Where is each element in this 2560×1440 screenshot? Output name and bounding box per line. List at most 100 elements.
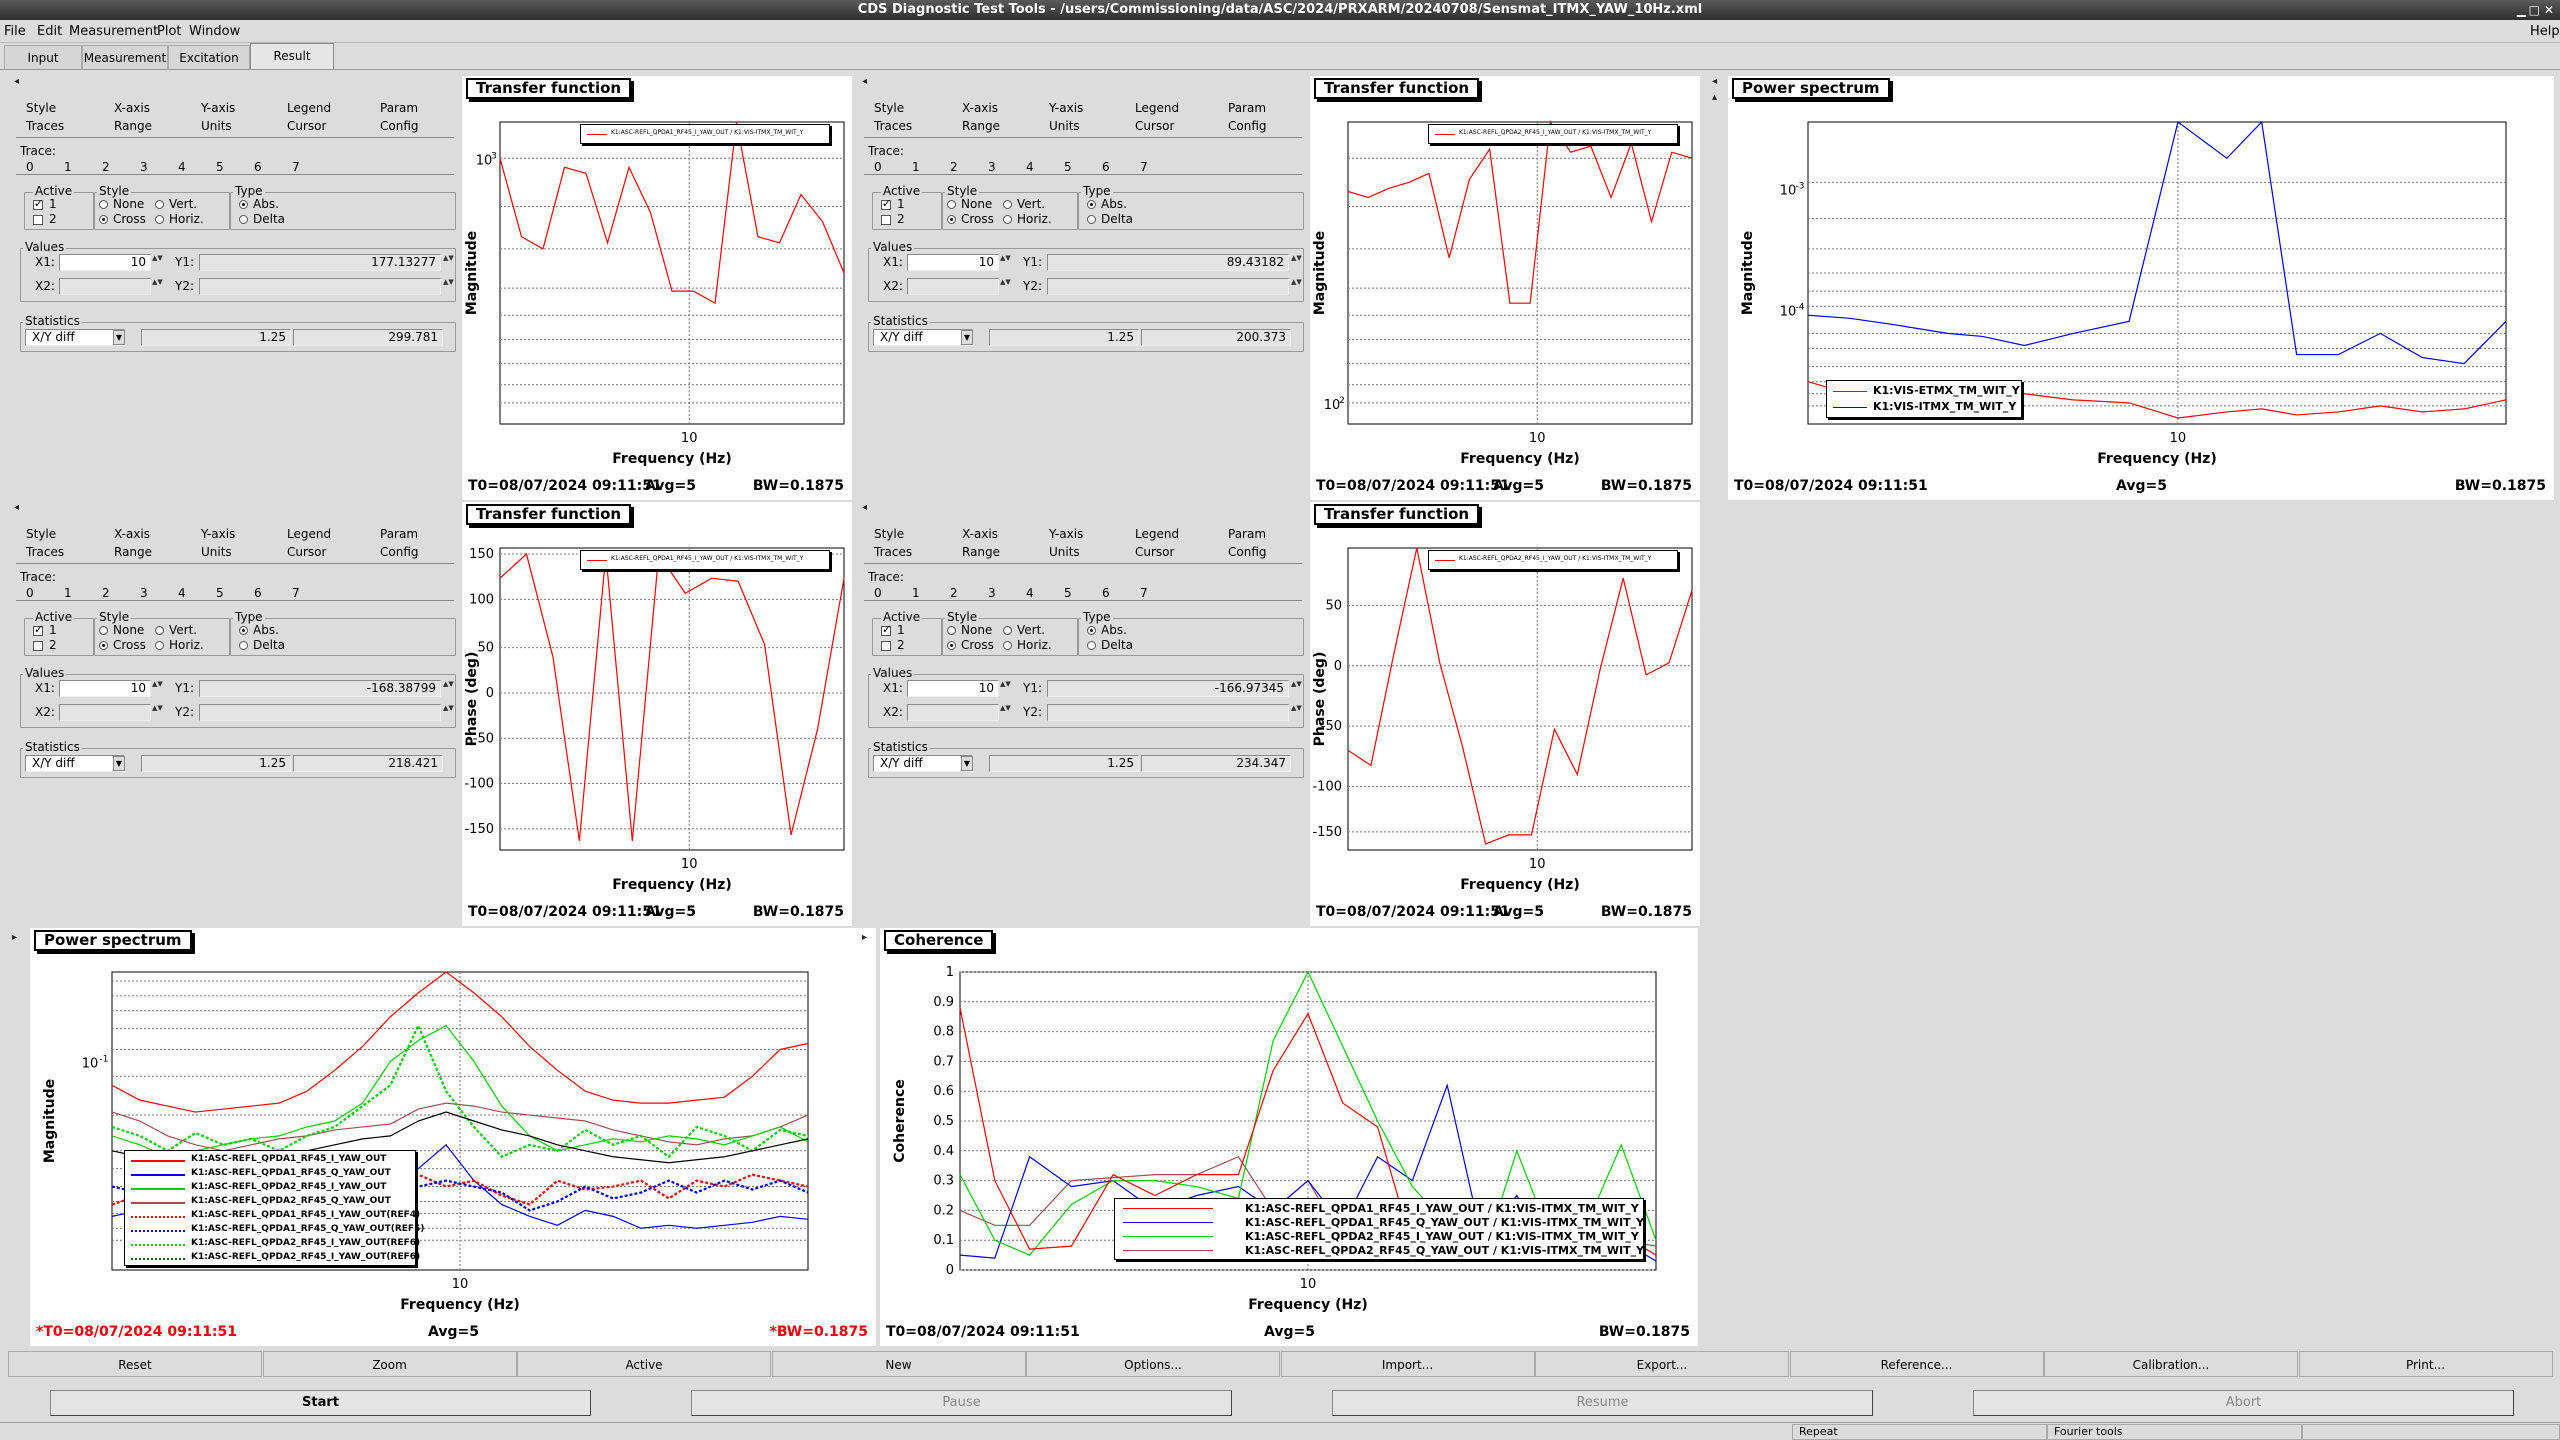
- reference-button[interactable]: Reference...: [1789, 1351, 2044, 1377]
- trace-tab[interactable]: 5: [216, 586, 224, 600]
- checkbox-icon[interactable]: [881, 640, 891, 651]
- trace-tab[interactable]: 1: [912, 586, 920, 600]
- expand-arrow-icon[interactable]: ▴: [1712, 92, 1717, 103]
- style-radio[interactable]: Cross: [99, 638, 146, 652]
- style-radio[interactable]: Horiz.: [155, 212, 204, 226]
- option-tab[interactable]: Y-axis: [1049, 527, 1083, 541]
- y2-input[interactable]: [199, 704, 441, 721]
- option-tab[interactable]: Units: [201, 545, 232, 559]
- type-radio[interactable]: Delta: [1087, 638, 1133, 652]
- option-tab[interactable]: Units: [1049, 545, 1080, 559]
- minimize-icon[interactable]: ▁: [2517, 0, 2526, 20]
- radio-icon[interactable]: [947, 200, 956, 209]
- chevron-down-icon[interactable]: ▼: [961, 756, 973, 771]
- coherence-plot[interactable]: Coherence 1 0.9 0.8 0.7 0.6 0.5 0.4 0.3 0.2 0.1 0 10…: [880, 928, 1698, 1346]
- option-tab[interactable]: Range: [962, 119, 1000, 133]
- trace-tab[interactable]: 7: [1140, 586, 1148, 600]
- collapse-arrow-icon[interactable]: ▸: [862, 932, 867, 943]
- type-radio[interactable]: Delta: [239, 638, 285, 652]
- radio-icon[interactable]: [239, 200, 248, 209]
- option-tab[interactable]: Traces: [874, 119, 912, 133]
- checkbox-icon[interactable]: [33, 197, 43, 210]
- menu-plot[interactable]: Plot: [157, 24, 182, 39]
- radio-icon[interactable]: [1003, 626, 1012, 635]
- maximize-icon[interactable]: □: [2529, 0, 2540, 20]
- trace-tab[interactable]: 6: [254, 586, 262, 600]
- option-tab[interactable]: Traces: [26, 119, 64, 133]
- menu-window[interactable]: Window: [189, 24, 240, 39]
- option-tab[interactable]: Cursor: [287, 119, 326, 133]
- option-tab[interactable]: Cursor: [1135, 545, 1174, 559]
- trace-tab[interactable]: 4: [1026, 160, 1034, 174]
- transfer-function-phase-plot[interactable]: Transfer function 150 100 50 0 -50 -100 -150 10 F…: [462, 502, 852, 926]
- type-radio[interactable]: Abs.: [239, 197, 279, 211]
- y1-spin-icon[interactable]: ▲▼: [1291, 254, 1302, 271]
- type-radio[interactable]: Delta: [239, 212, 285, 226]
- option-tab[interactable]: X-axis: [962, 101, 998, 115]
- type-radio[interactable]: Delta: [1087, 212, 1133, 226]
- checkbox-icon[interactable]: [881, 214, 891, 225]
- option-tab[interactable]: Config: [380, 545, 419, 559]
- power-spectrum-plot[interactable]: Power spectrum 10 Frequency (Hz) Magnitude 1…: [1728, 76, 2554, 500]
- style-radio[interactable]: None: [947, 197, 992, 211]
- menu-edit[interactable]: Edit: [37, 24, 62, 39]
- radio-icon[interactable]: [99, 200, 108, 209]
- type-radio[interactable]: Abs.: [1087, 623, 1127, 637]
- trace-tab[interactable]: 7: [1140, 160, 1148, 174]
- option-tab[interactable]: X-axis: [114, 101, 150, 115]
- y1-spin-icon[interactable]: ▲▼: [1291, 680, 1302, 697]
- x1-input[interactable]: 10: [59, 254, 151, 271]
- radio-icon[interactable]: [1003, 641, 1012, 650]
- stat-mode-select[interactable]: X/Y diff: [873, 755, 973, 772]
- menu-file[interactable]: File: [4, 24, 26, 39]
- trace-tab[interactable]: 3: [140, 160, 148, 174]
- option-tab[interactable]: Config: [380, 119, 419, 133]
- checkbox-icon[interactable]: [33, 214, 43, 225]
- trace-tab[interactable]: 0: [26, 586, 34, 600]
- style-radio[interactable]: Vert.: [1003, 623, 1045, 637]
- menu-help[interactable]: Help: [2530, 24, 2560, 39]
- x1-input[interactable]: 10: [907, 254, 999, 271]
- checkbox-icon[interactable]: [881, 197, 891, 210]
- trace-tab[interactable]: 2: [102, 586, 110, 600]
- type-radio[interactable]: Abs.: [239, 623, 279, 637]
- trace-tab[interactable]: 6: [254, 160, 262, 174]
- trace-tab[interactable]: 2: [950, 586, 958, 600]
- radio-icon[interactable]: [155, 200, 164, 209]
- option-tab[interactable]: Legend: [287, 527, 331, 541]
- y2-input[interactable]: [199, 278, 441, 295]
- trace-tab[interactable]: 2: [102, 160, 110, 174]
- x2-input[interactable]: [907, 278, 999, 295]
- radio-icon[interactable]: [239, 641, 248, 650]
- style-radio[interactable]: Vert.: [155, 623, 197, 637]
- radio-icon[interactable]: [1087, 215, 1096, 224]
- option-tab[interactable]: Range: [114, 545, 152, 559]
- zoom-button[interactable]: Zoom: [262, 1351, 517, 1377]
- trace-tab[interactable]: 6: [1102, 160, 1110, 174]
- trace-tab[interactable]: 1: [912, 160, 920, 174]
- radio-icon[interactable]: [947, 641, 956, 650]
- option-tab[interactable]: Cursor: [287, 545, 326, 559]
- active-1-checkbox[interactable]: 1: [33, 197, 57, 211]
- collapse-arrow-icon[interactable]: ◂: [14, 76, 19, 87]
- style-radio[interactable]: Cross: [99, 212, 146, 226]
- trace-tab[interactable]: 1: [64, 160, 72, 174]
- style-radio[interactable]: Vert.: [1003, 197, 1045, 211]
- style-radio[interactable]: None: [99, 623, 144, 637]
- print-button[interactable]: Print...: [2298, 1351, 2553, 1377]
- radio-icon[interactable]: [99, 641, 108, 650]
- active-1-checkbox[interactable]: 1: [881, 197, 905, 211]
- option-tab[interactable]: Traces: [874, 545, 912, 559]
- menu-measurement[interactable]: Measurement: [69, 24, 158, 39]
- export-button[interactable]: Export...: [1535, 1351, 1789, 1377]
- collapse-arrow-icon[interactable]: ◂: [862, 76, 867, 87]
- option-tab[interactable]: Style: [26, 101, 56, 115]
- option-tab[interactable]: Range: [114, 119, 152, 133]
- type-radio[interactable]: Abs.: [1087, 197, 1127, 211]
- y1-input[interactable]: 89.43182: [1047, 254, 1289, 271]
- y2-spin-icon[interactable]: ▲▼: [443, 278, 454, 295]
- checkbox-icon[interactable]: [881, 623, 891, 636]
- option-tab[interactable]: Y-axis: [201, 527, 235, 541]
- y2-input[interactable]: [1047, 704, 1289, 721]
- x1-spin-icon[interactable]: ▲▼: [152, 254, 163, 271]
